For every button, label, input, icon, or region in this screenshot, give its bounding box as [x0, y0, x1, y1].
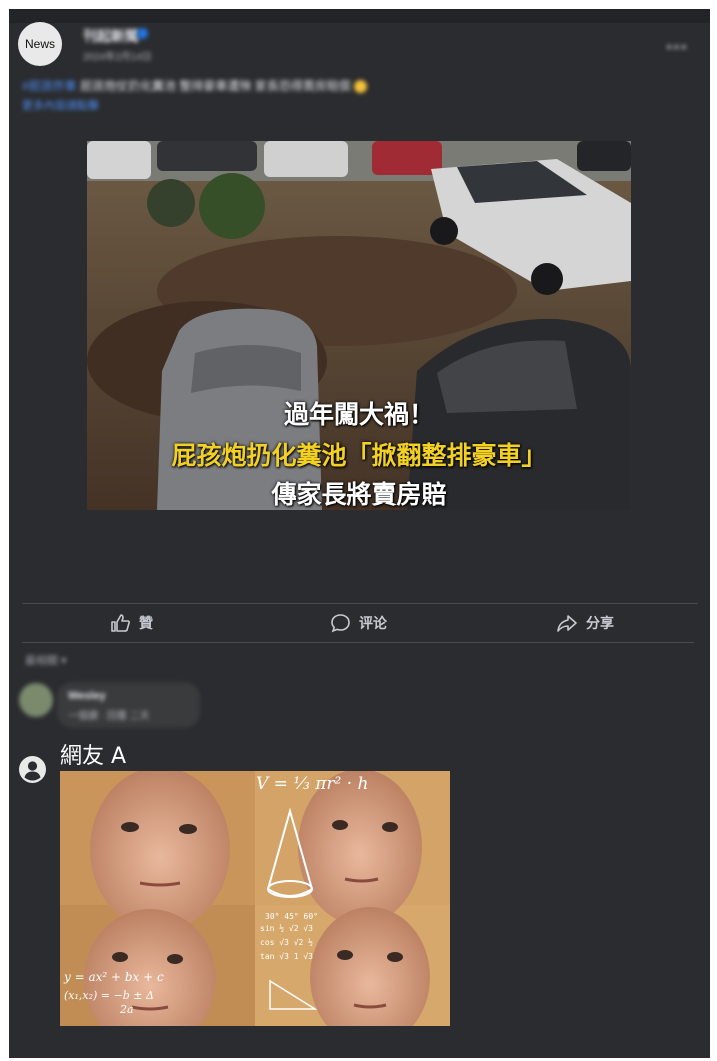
action-divider-bottom [22, 642, 694, 643]
share-label: 分享 [586, 615, 614, 631]
page-name[interactable]: 刊起新聞 [83, 26, 139, 46]
emoji-icon [354, 80, 368, 94]
comment-bubble-icon [331, 614, 350, 633]
reply-username[interactable]: 網友 A [60, 738, 126, 770]
svg-text:cos √3 √2 ½: cos √3 √2 ½ [260, 937, 313, 947]
commenter-avatar[interactable] [19, 683, 53, 717]
caption-text: 屁孩炮仗扔化糞池 整排豪車遭殃 家長恐得賣房賠償 [80, 79, 351, 93]
svg-text:tan √3 1 √3: tan √3 1 √3 [260, 952, 313, 961]
sort-label: 最相關 [25, 655, 58, 667]
svg-text:2a: 2a [119, 1003, 134, 1016]
like-label: 贊 [139, 615, 153, 631]
caption-link[interactable]: 更多內容請點擊 [22, 97, 99, 113]
more-horizontal-icon[interactable]: ••• [666, 37, 688, 58]
like-button[interactable]: 贊 [110, 613, 153, 633]
user-avatar-icon [19, 756, 46, 783]
overlay-line-3: 傳家長將賣房賠 [271, 480, 447, 509]
overlay-line-1: 過年闖大禍！ [283, 400, 434, 429]
post-caption: #屁孩炸車 屁孩炮仗扔化糞池 整排豪車遭殃 家長恐得賣房賠償 [22, 77, 582, 94]
overlay-line-2: 屁孩炮扔化糞池「掀翻整排豪車」 [171, 441, 547, 470]
commenter-name[interactable]: Wesley [68, 690, 106, 702]
share-arrow-icon [557, 615, 577, 632]
comment-sort-selector[interactable]: 最相關 ▾ [25, 652, 67, 668]
verified-badge-icon [137, 28, 148, 39]
post-timestamp[interactable]: 2024年2月14日 [83, 48, 152, 63]
comment-button[interactable]: 评论 [330, 613, 387, 633]
comment-meta: 一個讚 · 回覆 二天 [68, 711, 150, 722]
page-avatar[interactable]: News [18, 22, 62, 66]
share-button[interactable]: 分享 [556, 613, 614, 633]
svg-text:(x₁,x₂) = −b ± Δ: (x₁,x₂) = −b ± Δ [64, 989, 154, 1002]
svg-text:V = ⅓ πr² · h: V = ⅓ πr² · h [256, 774, 368, 794]
thumbs-up-icon [111, 614, 130, 632]
action-divider-top [22, 603, 698, 604]
avatar-label: News [24, 37, 55, 51]
svg-text:30° 45° 60°: 30° 45° 60° [265, 912, 318, 921]
math-lady-meme-image[interactable]: V = ⅓ πr² · h 30° 45° 60° sin ½ √2 √3 co… [60, 771, 450, 1026]
meme-art: V = ⅓ πr² · h 30° 45° 60° sin ½ √2 √3 co… [60, 771, 450, 1026]
comment-label: 评论 [359, 615, 387, 631]
news-photo[interactable]: 過年闖大禍！ 屁孩炮扔化糞池「掀翻整排豪車」 傳家長將賣房賠 [87, 141, 631, 510]
caption-hashtag[interactable]: #屁孩炸車 [22, 79, 77, 93]
svg-text:sin ½ √2 √3: sin ½ √2 √3 [260, 923, 313, 933]
post-top-edge [9, 9, 710, 23]
svg-text:y = ax² + bx + c: y = ax² + bx + c [63, 970, 164, 984]
